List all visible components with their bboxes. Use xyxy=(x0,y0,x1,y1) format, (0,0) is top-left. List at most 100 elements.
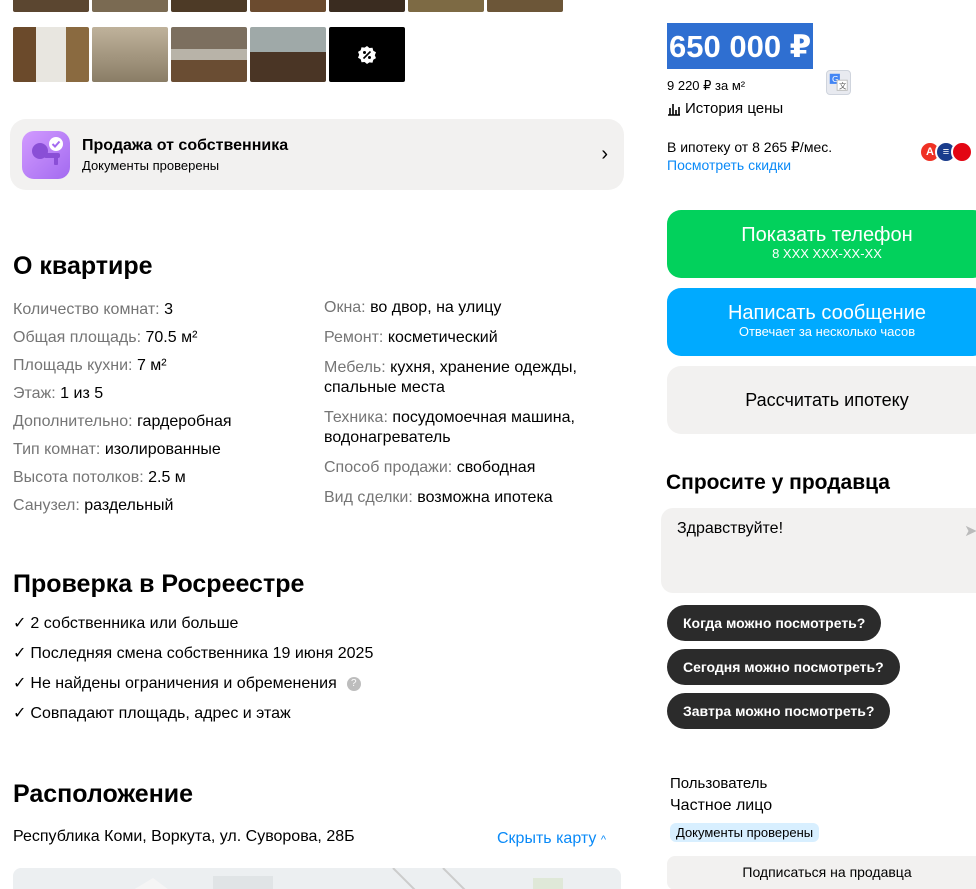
quick-question-chip[interactable]: Сегодня можно посмотреть? xyxy=(667,649,900,685)
seller-name[interactable]: Частное лицо xyxy=(670,797,772,815)
param-row: Дополнительно: гардеробная xyxy=(13,408,232,436)
param-label: Общая площадь: xyxy=(13,329,142,346)
param-label: Окна: xyxy=(324,299,366,316)
help-icon[interactable]: ? xyxy=(346,677,361,691)
params-left: Количество комнат: 3 Общая площадь: 70.5 … xyxy=(13,296,232,520)
param-label: Вид сделки: xyxy=(324,489,413,506)
price-per-meter: 9 220 ₽ за м² xyxy=(667,78,746,93)
send-icon[interactable]: ➤ xyxy=(964,521,976,541)
photo-thumbnail[interactable] xyxy=(13,0,89,12)
param-row: Ремонт: косметический xyxy=(324,326,614,348)
param-label: Санузел: xyxy=(13,497,80,514)
param-row: Высота потолков: 2.5 м xyxy=(13,464,232,492)
param-row: Этаж: 1 из 5 xyxy=(13,380,232,408)
param-value: 7 м² xyxy=(136,357,167,374)
rosreestr-title: Проверка в Росреестре xyxy=(13,570,305,598)
quick-question-chip[interactable]: Когда можно посмотреть? xyxy=(667,605,882,641)
ask-seller-input[interactable]: Здравствуйте! xyxy=(661,508,976,593)
checkmark-icon: ✓ xyxy=(13,615,27,632)
ask-seller-title: Спросите у продавца xyxy=(666,471,890,494)
bank-logos[interactable]: А ≡ xyxy=(919,141,973,163)
location-title: Расположение xyxy=(13,780,194,808)
percent-badge-icon xyxy=(358,45,376,64)
photo-thumbnail[interactable] xyxy=(250,0,326,12)
photo-thumbnail[interactable] xyxy=(250,27,326,82)
param-label: Ремонт: xyxy=(324,329,384,346)
param-label: Этаж: xyxy=(13,385,56,402)
param-label: Способ продажи: xyxy=(324,459,453,476)
photo-thumbnail[interactable] xyxy=(171,0,247,12)
param-label: Дополнительно: xyxy=(13,413,133,430)
param-row: Техника: посудомоечная машина, водонагре… xyxy=(324,406,614,448)
param-label: Техника: xyxy=(324,409,388,426)
docs-verified-badge: Документы проверены xyxy=(670,823,820,842)
key-check-icon xyxy=(22,130,70,179)
param-row: Тип комнат: изолированные xyxy=(13,436,232,464)
param-value: 2.5 м xyxy=(148,469,186,486)
address-text: Республика Коми, Воркута, ул. Суворова, … xyxy=(13,828,355,845)
param-value: раздельный xyxy=(84,497,174,514)
param-value: свободная xyxy=(456,459,536,476)
chevron-up-icon: ^ xyxy=(600,834,606,846)
param-value: косметический xyxy=(387,329,498,346)
calc-mortgage-button[interactable]: Рассчитать ипотеку xyxy=(667,366,976,434)
owner-card-subtitle: Документы проверены xyxy=(82,157,220,173)
gallery-strip-top xyxy=(13,0,563,12)
param-row: Вид сделки: возможна ипотека xyxy=(324,486,614,508)
check-item: ✓ 2 собственника или больше xyxy=(13,609,373,639)
price-history-link[interactable]: История цены xyxy=(667,100,783,117)
param-value: 70.5 м² xyxy=(145,329,198,346)
param-label: Площадь кухни: xyxy=(13,357,133,374)
photo-thumbnail[interactable] xyxy=(408,0,484,12)
check-item: ✓ Совпадают площадь, адрес и этаж xyxy=(13,699,373,729)
param-label: Высота потолков: xyxy=(13,469,144,486)
param-row: Способ продажи: свободная xyxy=(324,456,614,478)
mortgage-text: В ипотеку от 8 265 ₽/мес. xyxy=(667,139,833,155)
param-row: Санузел: раздельный xyxy=(13,492,232,520)
param-row: Площадь кухни: 7 м² xyxy=(13,352,232,380)
checkmark-icon: ✓ xyxy=(13,705,27,722)
price: 650 000 ₽ xyxy=(667,23,814,69)
hide-map-link[interactable]: Скрыть карту ^ xyxy=(497,830,606,848)
param-value: изолированные xyxy=(104,441,221,458)
more-photos-button[interactable] xyxy=(329,27,405,82)
param-value: возможна ипотека xyxy=(417,489,553,506)
quick-question-chip[interactable]: Завтра можно посмотреть? xyxy=(667,693,891,729)
bank-logo-icon xyxy=(951,141,973,163)
photo-thumbnail[interactable] xyxy=(92,0,168,12)
photo-thumbnail[interactable] xyxy=(13,27,89,82)
owner-sale-card[interactable]: Продажа от собственника Документы провер… xyxy=(10,119,624,190)
param-row: Общая площадь: 70.5 м² xyxy=(13,324,232,352)
checkmark-icon: ✓ xyxy=(13,675,27,692)
show-phone-button[interactable]: Показать телефон 8 XXX XXX-XX-XX xyxy=(667,210,976,278)
param-label: Количество комнат: xyxy=(13,301,160,318)
gallery-strip xyxy=(13,27,405,82)
svg-text:文: 文 xyxy=(839,81,847,90)
seller-type: Пользователь xyxy=(670,775,768,792)
translate-icon[interactable]: G文 xyxy=(826,70,851,95)
param-label: Тип комнат: xyxy=(13,441,101,458)
photo-thumbnail[interactable] xyxy=(171,27,247,82)
owner-card-title: Продажа от собственника xyxy=(82,136,289,154)
about-title: О квартире xyxy=(13,252,153,280)
check-item: ✓ Последняя смена собственника 19 июня 20… xyxy=(13,639,373,669)
param-value: 1 из 5 xyxy=(60,385,104,402)
param-value: гардеробная xyxy=(137,413,232,430)
photo-thumbnail[interactable] xyxy=(487,0,563,12)
params-right: Окна: во двор, на улицу Ремонт: косметиче… xyxy=(324,296,614,516)
chevron-right-icon: › xyxy=(601,143,608,165)
check-item: ✓ Не найдены ограничения и обременения? xyxy=(13,669,373,699)
subscribe-seller-button[interactable]: Подписаться на продавца xyxy=(667,856,976,889)
checkmark-icon: ✓ xyxy=(13,645,27,662)
discounts-link[interactable]: Посмотреть скидки xyxy=(667,157,791,173)
photo-thumbnail[interactable] xyxy=(92,27,168,82)
param-row: Окна: во двор, на улицу xyxy=(324,296,614,318)
map-preview[interactable] xyxy=(13,868,621,889)
write-message-button[interactable]: Написать сообщение Отвечает за несколько… xyxy=(667,288,976,356)
param-value: 3 xyxy=(164,301,173,318)
param-value: во двор, на улицу xyxy=(370,299,502,316)
photo-thumbnail[interactable] xyxy=(329,0,405,12)
param-row: Количество комнат: 3 xyxy=(13,296,232,324)
param-row: Мебель: кухня, хранение одежды, спальные… xyxy=(324,356,614,398)
param-label: Мебель: xyxy=(324,359,386,376)
